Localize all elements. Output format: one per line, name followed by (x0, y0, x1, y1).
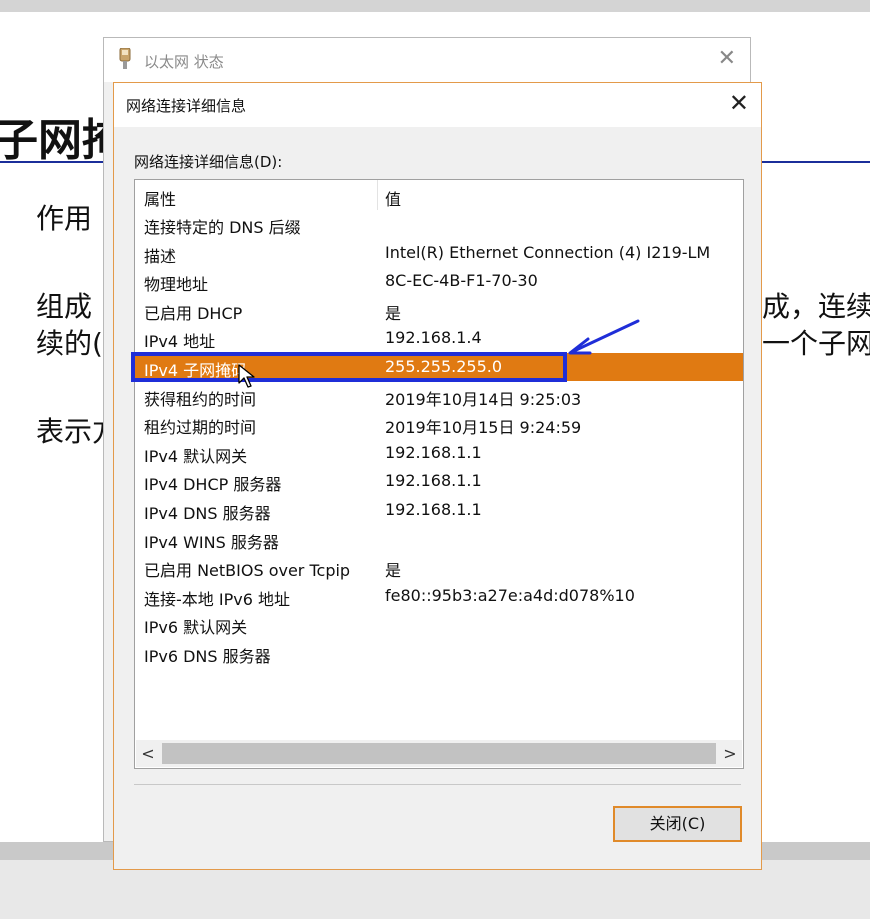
column-header-property[interactable]: 属性 (144, 186, 176, 210)
column-separator[interactable] (377, 180, 378, 210)
list-row[interactable]: 物理地址 8C-EC-4B-F1-70-30 (135, 267, 743, 295)
scroll-left-arrow[interactable]: < (136, 740, 160, 767)
row-value: 192.168.1.1 (385, 500, 482, 519)
row-property: IPv4 DHCP 服务器 (144, 475, 282, 495)
slide-text-right-1: 成，连续 (762, 290, 870, 323)
row-property: IPv6 DNS 服务器 (144, 647, 271, 666)
annotation-arrow-icon (568, 319, 640, 355)
column-header-value[interactable]: 值 (385, 186, 401, 210)
close-button[interactable]: 关闭(C) (613, 806, 742, 842)
list-row[interactable]: 租约过期的时间 2019年10月15日 9:24:59 (135, 410, 743, 438)
slide-text-purpose: 作用 (36, 202, 93, 235)
dialog-close-icon[interactable]: ✕ (729, 89, 749, 117)
details-listview[interactable]: 属性 值 连接特定的 DNS 后缀 描述 Intel(R) Ethernet Con… (134, 179, 744, 769)
row-value: 192.168.1.4 (385, 328, 482, 348)
dialog-titlebar: 网络连接详细信息 ✕ (114, 83, 761, 127)
list-row[interactable]: IPv4 DHCP 服务器 192.168.1.1 (135, 467, 743, 495)
subnet-mask-highlight-box (131, 352, 567, 382)
list-row[interactable]: IPv6 默认网关 (135, 610, 743, 638)
row-property: 租约过期的时间 (144, 418, 257, 438)
slide-text-right-2: 一个子网， (762, 327, 870, 360)
network-details-dialog: 网络连接详细信息 ✕ 网络连接详细信息(D): 属性 值 连接特定的 DNS 后… (113, 82, 762, 870)
row-property: 连接-本地 IPv6 地址 (144, 589, 290, 609)
row-property: IPv4 DNS 服务器 (144, 504, 271, 523)
list-row[interactable]: 连接特定的 DNS 后缀 (135, 210, 743, 238)
row-value: 192.168.1.1 (385, 471, 482, 491)
details-list-label: 网络连接详细信息(D): (134, 153, 283, 171)
row-value: 2019年10月14日 9:25:03 (385, 389, 582, 409)
list-header: 属性 值 (135, 180, 743, 210)
horizontal-scrollbar[interactable]: < > (136, 740, 742, 767)
list-row[interactable]: 连接-本地 IPv6 地址 fe80::95b3:a27e:a4d:d078%10 (135, 582, 743, 610)
row-property: 已启用 DHCP (144, 303, 243, 323)
row-value: 是 (385, 303, 402, 323)
list-row[interactable]: IPv4 DNS 服务器 192.168.1.1 (135, 496, 743, 524)
row-value: 8C-EC-4B-F1-70-30 (385, 271, 538, 291)
list-row[interactable]: 描述 Intel(R) Ethernet Connection (4) I219-… (135, 239, 743, 267)
list-row[interactable]: IPv4 WINS 服务器 (135, 525, 743, 553)
row-property: 连接特定的 DNS 后缀 (144, 218, 301, 237)
list-row[interactable]: IPv4 地址 192.168.1.4 (135, 324, 743, 352)
row-property: IPv4 地址 (144, 332, 216, 352)
list-row[interactable]: IPv4 默认网关 192.168.1.1 (135, 439, 743, 467)
row-property: IPv4 WINS 服务器 (144, 532, 279, 552)
row-property: 物理地址 (144, 275, 209, 295)
ethernet-status-titlebar: 以太网 状态 ✕ (104, 38, 750, 82)
row-property: IPv4 默认网关 (144, 446, 248, 466)
row-value: 192.168.1.1 (385, 442, 482, 462)
slide-text-composition: 组成 (36, 290, 93, 323)
row-value: fe80::95b3:a27e:a4d:d078%10 (385, 585, 635, 605)
slide-text-continuous: 续的( (36, 327, 103, 360)
list-row[interactable]: 已启用 NetBIOS over Tcpip 是 (135, 553, 743, 581)
mouse-cursor-icon (238, 364, 255, 388)
scroll-thumb[interactable] (162, 743, 716, 764)
network-adapter-icon (119, 48, 131, 69)
ethernet-status-title: 以太网 状态 (144, 53, 224, 71)
row-value: 是 (385, 561, 402, 581)
scroll-right-arrow[interactable]: > (718, 740, 742, 767)
list-row[interactable]: 已启用 DHCP 是 (135, 296, 743, 324)
dialog-separator (134, 784, 741, 785)
row-value: 2019年10月15日 9:24:59 (385, 418, 582, 438)
top-strip (0, 0, 870, 12)
row-property: 描述 (144, 246, 177, 266)
ethernet-status-close-icon[interactable]: ✕ (718, 46, 736, 71)
row-value: Intel(R) Ethernet Connection (4) I219-LM (385, 242, 711, 262)
row-property: 已启用 NetBIOS over Tcpip (144, 561, 351, 581)
row-property: IPv6 默认网关 (144, 618, 248, 638)
dialog-title: 网络连接详细信息 (126, 97, 247, 115)
list-row[interactable]: 获得租约的时间 2019年10月14日 9:25:03 (135, 382, 743, 410)
list-row[interactable]: IPv6 DNS 服务器 (135, 639, 743, 667)
